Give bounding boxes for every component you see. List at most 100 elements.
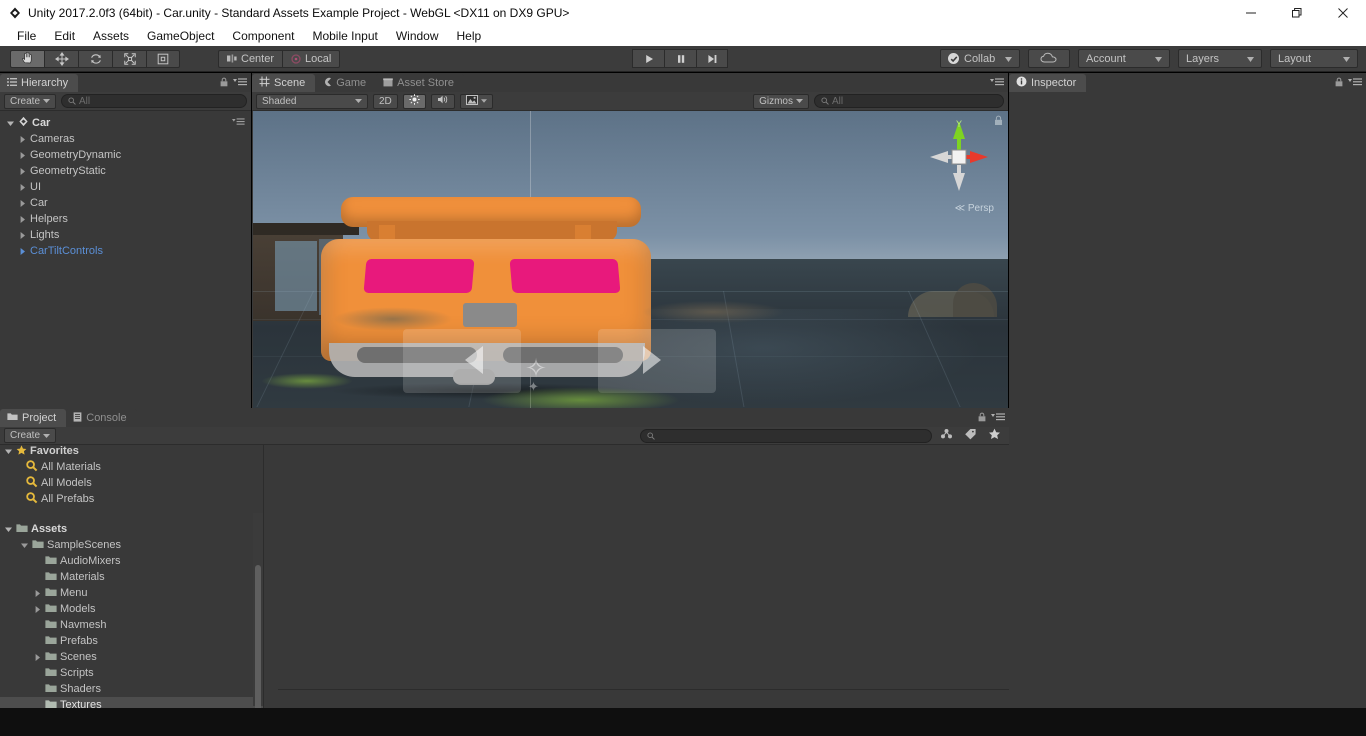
project-favorite-all-materials[interactable]: All Materials	[0, 459, 263, 475]
tab-inspector[interactable]: Inspector	[1009, 74, 1087, 92]
hierarchy-search-input[interactable]: All	[61, 94, 247, 108]
project-search-input[interactable]	[640, 428, 932, 443]
chevron-right-icon[interactable]	[18, 183, 27, 192]
project-tree-menu[interactable]: Menu	[0, 585, 263, 601]
project-tree-materials[interactable]: Materials	[0, 569, 263, 585]
cloud-services-button[interactable]	[1028, 49, 1070, 68]
chevron-right-icon[interactable]	[33, 589, 42, 598]
chevron-right-icon[interactable]	[33, 605, 42, 614]
chevron-right-icon[interactable]	[18, 231, 27, 240]
scale-tool[interactable]	[112, 49, 146, 68]
hamburger-icon[interactable]	[233, 77, 247, 90]
account-button[interactable]: Account	[1078, 49, 1170, 68]
space-mode-button[interactable]: Local	[282, 49, 341, 68]
move-tool[interactable]	[44, 49, 78, 68]
tab-hierarchy[interactable]: Hierarchy	[0, 74, 79, 92]
chevron-down-icon[interactable]	[20, 541, 29, 550]
scene-effects-dropdown[interactable]	[459, 93, 493, 109]
menu-mobile-input[interactable]: Mobile Input	[303, 27, 386, 45]
chevron-down-icon[interactable]	[4, 447, 13, 456]
step-button[interactable]	[696, 49, 728, 68]
chevron-right-icon[interactable]	[18, 215, 27, 224]
play-button[interactable]	[632, 49, 664, 68]
project-tree-prefabs[interactable]: Prefabs	[0, 633, 263, 649]
project-tree-scrollbar[interactable]	[253, 513, 263, 733]
chevron-down-icon[interactable]	[4, 525, 13, 534]
chevron-right-icon[interactable]	[18, 247, 27, 256]
menu-file[interactable]: File	[8, 27, 45, 45]
hierarchy-item-geometrystatic[interactable]: GeometryStatic	[0, 163, 251, 179]
hierarchy-item-geometrydynamic[interactable]: GeometryDynamic	[0, 147, 251, 163]
lock-icon[interactable]	[1334, 77, 1344, 90]
project-favorite-all-models[interactable]: All Models	[0, 475, 263, 491]
project-tree-samplescenes[interactable]: SampleScenes	[0, 537, 263, 553]
menu-gameobject[interactable]: GameObject	[138, 27, 223, 45]
favorite-filter-icon[interactable]	[985, 428, 1005, 443]
scene-viewport[interactable]: ✧ ✦ Y	[253, 111, 1008, 408]
hamburger-icon[interactable]	[991, 412, 1005, 425]
menu-component[interactable]: Component	[223, 27, 303, 45]
chevron-right-icon[interactable]	[33, 653, 42, 662]
project-tree-audiomixers[interactable]: AudioMixers	[0, 553, 263, 569]
layout-dropdown[interactable]: Layout	[1270, 49, 1358, 68]
menu-window[interactable]: Window	[387, 27, 448, 45]
scene-2d-toggle[interactable]: 2D	[373, 93, 398, 109]
scene-gizmos-dropdown[interactable]: Gizmos	[753, 93, 809, 109]
rotate-tool[interactable]	[78, 49, 112, 68]
project-create-button[interactable]: Create	[4, 428, 57, 443]
project-tree-navmesh[interactable]: Navmesh	[0, 617, 263, 633]
chevron-right-icon[interactable]	[18, 167, 27, 176]
project-favorite-all-prefabs[interactable]: All Prefabs	[0, 491, 263, 507]
pause-button[interactable]	[664, 49, 696, 68]
hierarchy-item-cartiltcontrols[interactable]: CarTiltControls	[0, 243, 251, 259]
hamburger-icon[interactable]	[990, 77, 1004, 90]
layers-dropdown[interactable]: Layers	[1178, 49, 1262, 68]
chevron-right-icon[interactable]	[18, 135, 27, 144]
chevron-right-icon[interactable]	[18, 199, 27, 208]
chevron-right-icon[interactable]	[18, 151, 27, 160]
maximize-icon[interactable]	[1274, 0, 1320, 26]
lock-icon[interactable]	[219, 77, 229, 90]
close-icon[interactable]	[1320, 0, 1366, 26]
menu-assets[interactable]: Assets	[84, 27, 138, 45]
collab-button[interactable]: Collab	[940, 49, 1020, 68]
tab-scene[interactable]: Scene	[252, 74, 316, 92]
object-filter-icon[interactable]	[937, 428, 956, 443]
project-favorites-group[interactable]: Favorites	[0, 443, 263, 459]
scene-lighting-toggle[interactable]	[402, 93, 426, 109]
label-filter-icon[interactable]	[961, 428, 980, 443]
hierarchy-item-ui[interactable]: UI	[0, 179, 251, 195]
pivot-mode-button[interactable]: Center	[218, 49, 283, 68]
hierarchy-item-lights[interactable]: Lights	[0, 227, 251, 243]
rect-tool[interactable]	[146, 49, 180, 68]
menu-help[interactable]: Help	[448, 27, 491, 45]
menu-edit[interactable]: Edit	[45, 27, 84, 45]
project-tree-scenes[interactable]: Scenes	[0, 649, 263, 665]
hierarchy-item-helpers[interactable]: Helpers	[0, 211, 251, 227]
lock-icon[interactable]	[977, 412, 987, 425]
project-tree-shaders[interactable]: Shaders	[0, 681, 263, 697]
tab-asset-store[interactable]: Asset Store	[376, 74, 465, 92]
scene-projection-label[interactable]: ≪ Persp	[955, 203, 994, 214]
project-tree-assets[interactable]: Assets	[0, 521, 263, 537]
scene-audio-toggle[interactable]	[430, 93, 455, 109]
minimize-icon[interactable]	[1228, 0, 1274, 26]
project-tree-scripts[interactable]: Scripts	[0, 665, 263, 681]
tab-game[interactable]: Game	[315, 74, 377, 92]
favorites-label: Favorites	[30, 445, 79, 457]
hamburger-icon[interactable]	[1348, 77, 1362, 90]
project-tree-models[interactable]: Models	[0, 601, 263, 617]
hand-tool[interactable]	[10, 49, 44, 68]
chevron-down-icon[interactable]	[6, 119, 15, 128]
hierarchy-create-button[interactable]: Create	[4, 93, 57, 109]
hierarchy-item-cameras[interactable]: Cameras	[0, 131, 251, 147]
hierarchy-root-car[interactable]: Car	[0, 115, 251, 131]
tab-project[interactable]: Project	[0, 409, 67, 427]
scene-orientation-gizmo[interactable]: Y	[922, 117, 996, 217]
hierarchy-item-car[interactable]: Car	[0, 195, 251, 211]
scene-draw-mode-dropdown[interactable]: Shaded	[256, 93, 368, 109]
scene-search-input[interactable]: All	[814, 94, 1004, 108]
tab-console[interactable]: Console	[66, 409, 137, 427]
scene-menu-icon[interactable]	[232, 117, 245, 129]
project-splitter[interactable]	[263, 445, 264, 708]
